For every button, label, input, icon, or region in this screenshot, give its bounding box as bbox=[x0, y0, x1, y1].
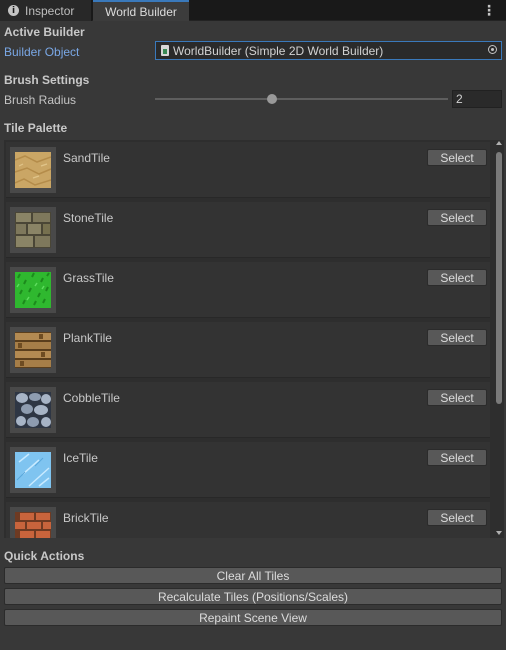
tile-name: CobbleTile bbox=[63, 391, 120, 405]
tile-name: GrassTile bbox=[63, 271, 114, 285]
ice-texture-icon bbox=[15, 452, 51, 488]
tile-thumbnail bbox=[10, 507, 56, 538]
tab-inspector-label: Inspector bbox=[25, 3, 75, 18]
tile-name: IceTile bbox=[63, 451, 98, 465]
scroll-up-icon[interactable] bbox=[496, 141, 502, 145]
tile-palette-heading: Tile Palette bbox=[4, 121, 68, 135]
tile-row-plank: PlankTile Select bbox=[6, 322, 490, 378]
select-ice-tile-button[interactable]: Select bbox=[427, 449, 487, 466]
sand-texture-icon bbox=[15, 152, 51, 188]
cobble-texture-icon bbox=[15, 392, 51, 428]
builder-object-label: Builder Object bbox=[4, 45, 80, 59]
select-cobble-tile-button[interactable]: Select bbox=[427, 389, 487, 406]
brush-radius-slider-track[interactable] bbox=[155, 98, 448, 100]
script-file-icon bbox=[161, 45, 169, 56]
select-sand-tile-button[interactable]: Select bbox=[427, 149, 487, 166]
brick-texture-icon bbox=[15, 512, 51, 538]
builder-object-field[interactable]: WorldBuilder (Simple 2D World Builder) bbox=[155, 41, 502, 60]
tile-name: SandTile bbox=[63, 151, 110, 165]
select-grass-tile-button[interactable]: Select bbox=[427, 269, 487, 286]
tile-palette-scrollbar[interactable] bbox=[494, 140, 504, 538]
tile-row-grass: GrassTile Select bbox=[6, 262, 490, 318]
more-options-icon[interactable]: ⋮ bbox=[482, 3, 496, 17]
select-brick-tile-button[interactable]: Select bbox=[427, 509, 487, 526]
tab-bar: i Inspector World Builder ⋮ bbox=[0, 0, 506, 21]
tab-inspector[interactable]: i Inspector bbox=[0, 0, 92, 21]
tile-thumbnail bbox=[10, 207, 56, 253]
tile-row-stone: StoneTile Select bbox=[6, 202, 490, 258]
repaint-scene-view-button[interactable]: Repaint Scene View bbox=[4, 609, 502, 626]
info-icon: i bbox=[8, 5, 19, 16]
quick-actions-heading: Quick Actions bbox=[4, 549, 85, 563]
stone-texture-icon bbox=[15, 212, 51, 248]
tab-world-builder[interactable]: World Builder bbox=[93, 0, 189, 21]
tile-name: PlankTile bbox=[63, 331, 112, 345]
active-builder-heading: Active Builder bbox=[4, 25, 85, 39]
plank-texture-icon bbox=[15, 332, 51, 368]
brush-radius-label: Brush Radius bbox=[4, 93, 77, 107]
tile-row-ice: IceTile Select bbox=[6, 442, 490, 498]
clear-all-tiles-button[interactable]: Clear All Tiles bbox=[4, 567, 502, 584]
tile-palette-list: SandTile Select StoneTile Select GrassTi… bbox=[4, 140, 504, 538]
recalculate-tiles-button[interactable]: Recalculate Tiles (Positions/Scales) bbox=[4, 588, 502, 605]
brush-settings-heading: Brush Settings bbox=[4, 73, 90, 87]
scrollbar-thumb[interactable] bbox=[496, 152, 502, 404]
tile-thumbnail bbox=[10, 267, 56, 313]
tile-thumbnail bbox=[10, 327, 56, 373]
scroll-down-icon[interactable] bbox=[496, 531, 502, 535]
grass-texture-icon bbox=[15, 272, 51, 308]
builder-object-value: WorldBuilder (Simple 2D World Builder) bbox=[173, 43, 384, 58]
tab-world-builder-label: World Builder bbox=[105, 4, 177, 19]
brush-radius-input[interactable]: 2 bbox=[452, 90, 502, 108]
tile-thumbnail bbox=[10, 387, 56, 433]
tile-thumbnail bbox=[10, 447, 56, 493]
select-plank-tile-button[interactable]: Select bbox=[427, 329, 487, 346]
select-stone-tile-button[interactable]: Select bbox=[427, 209, 487, 226]
object-picker-icon[interactable] bbox=[488, 45, 497, 54]
tile-row-cobble: CobbleTile Select bbox=[6, 382, 490, 438]
tile-name: BrickTile bbox=[63, 511, 109, 525]
brush-radius-slider-thumb[interactable] bbox=[267, 94, 278, 104]
tile-row-sand: SandTile Select bbox=[6, 142, 490, 198]
tile-name: StoneTile bbox=[63, 211, 114, 225]
tile-thumbnail bbox=[10, 147, 56, 193]
tile-row-brick: BrickTile Select bbox=[6, 502, 490, 538]
